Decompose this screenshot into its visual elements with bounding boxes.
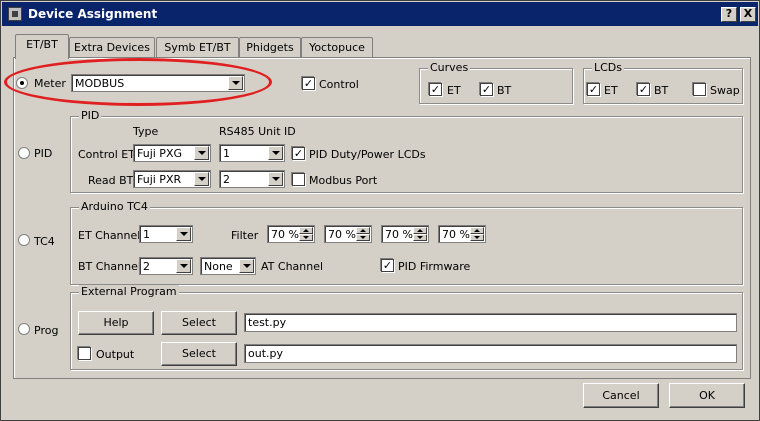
tc4-radio[interactable] bbox=[18, 234, 30, 246]
select-output-button[interactable]: Select bbox=[161, 342, 237, 366]
spin-up-icon[interactable] bbox=[413, 227, 427, 234]
pid-duty-label: PID Duty/Power LCDs bbox=[309, 148, 426, 161]
chevron-down-icon bbox=[268, 172, 283, 186]
at-channel-value: None bbox=[204, 260, 233, 273]
tab-et-bt[interactable]: ET/BT bbox=[15, 34, 69, 59]
prog-radio[interactable] bbox=[18, 323, 30, 335]
lcds-swap-label: Swap bbox=[710, 84, 740, 97]
lcds-title: LCDs bbox=[592, 61, 625, 74]
filter-value-4: 70 % bbox=[442, 228, 470, 241]
modbus-port-label: Modbus Port bbox=[309, 174, 378, 187]
prog-radio-label: Prog bbox=[34, 324, 59, 337]
tab-yoctopuce[interactable]: Yoctopuce bbox=[301, 37, 373, 58]
program-path-field[interactable]: test.py bbox=[244, 313, 737, 332]
filter-spinbox-1[interactable]: 70 % bbox=[267, 225, 315, 243]
bt-channel-value: 2 bbox=[143, 260, 150, 273]
output-label: Output bbox=[96, 348, 135, 361]
read-bt-unit-combo[interactable]: 2 bbox=[219, 170, 285, 188]
read-bt-type-combo[interactable]: Fuji PXR bbox=[133, 170, 211, 188]
filter-label: Filter bbox=[231, 229, 259, 242]
type-header: Type bbox=[133, 125, 159, 138]
spin-down-icon[interactable] bbox=[299, 234, 313, 241]
curves-bt-label: BT bbox=[497, 84, 512, 97]
tc4-group-title: Arduino TC4 bbox=[79, 200, 150, 213]
device-assignment-dialog: Device Assignment ? X ET/BT Extra Device… bbox=[0, 0, 760, 421]
curves-et-label: ET bbox=[447, 84, 461, 97]
highlight-ellipse bbox=[4, 58, 272, 106]
at-channel-label: AT Channel bbox=[261, 260, 324, 273]
window-title: Device Assignment bbox=[28, 7, 158, 21]
tab-phidgets[interactable]: Phidgets bbox=[239, 37, 301, 58]
pid-firmware-label: PID Firmware bbox=[398, 260, 471, 273]
bt-channel-combo[interactable]: 2 bbox=[139, 257, 193, 275]
prog-group-title: External Program bbox=[79, 285, 179, 298]
filter-spinbox-3[interactable]: 70 % bbox=[381, 225, 429, 243]
at-channel-combo[interactable]: None bbox=[200, 257, 256, 275]
lcds-swap-checkbox[interactable] bbox=[693, 83, 706, 96]
spin-down-icon[interactable] bbox=[413, 234, 427, 241]
program-path-value: test.py bbox=[248, 316, 287, 329]
modbus-port-checkbox[interactable] bbox=[292, 173, 305, 186]
spin-up-icon[interactable] bbox=[299, 227, 313, 234]
control-et-unit-value: 1 bbox=[223, 147, 230, 160]
spin-down-icon[interactable] bbox=[356, 234, 370, 241]
control-checkbox[interactable]: ✓ bbox=[302, 77, 315, 90]
help-button[interactable]: Help bbox=[78, 311, 154, 335]
control-label: Control bbox=[319, 78, 359, 91]
et-channel-value: 1 bbox=[143, 228, 150, 241]
spin-down-icon[interactable] bbox=[470, 234, 484, 241]
select-program-button[interactable]: Select bbox=[161, 311, 237, 335]
curves-et-checkbox[interactable]: ✓ bbox=[429, 83, 442, 96]
tab-symb-et-bt[interactable]: Symb ET/BT bbox=[156, 37, 239, 58]
chevron-down-icon bbox=[176, 227, 191, 241]
app-icon bbox=[8, 7, 22, 21]
pid-radio-label: PID bbox=[34, 147, 53, 160]
filter-value-1: 70 % bbox=[271, 228, 299, 241]
curves-group: Curves bbox=[419, 61, 573, 104]
lcds-et-label: ET bbox=[604, 84, 618, 97]
control-et-label: Control ET bbox=[78, 148, 135, 161]
close-title-button[interactable]: X bbox=[740, 7, 756, 22]
lcds-bt-checkbox[interactable]: ✓ bbox=[637, 83, 650, 96]
spin-up-icon[interactable] bbox=[470, 227, 484, 234]
chevron-down-icon bbox=[268, 146, 283, 160]
read-bt-unit-value: 2 bbox=[223, 173, 230, 186]
lcds-bt-label: BT bbox=[654, 84, 669, 97]
ok-button[interactable]: OK bbox=[669, 383, 745, 408]
title-bar: Device Assignment ? X bbox=[2, 2, 758, 26]
pid-firmware-checkbox[interactable]: ✓ bbox=[381, 259, 394, 272]
filter-spinbox-4[interactable]: 70 % bbox=[438, 225, 486, 243]
rs485-header: RS485 Unit ID bbox=[219, 125, 296, 138]
curves-title: Curves bbox=[428, 61, 471, 74]
pid-duty-checkbox[interactable]: ✓ bbox=[292, 147, 305, 160]
output-checkbox[interactable] bbox=[78, 347, 91, 360]
output-path-field[interactable]: out.py bbox=[244, 344, 737, 363]
control-et-unit-combo[interactable]: 1 bbox=[219, 144, 285, 162]
chevron-down-icon bbox=[194, 172, 209, 186]
et-channel-combo[interactable]: 1 bbox=[139, 225, 193, 243]
filter-value-2: 70 % bbox=[328, 228, 356, 241]
control-et-type-value: Fuji PXG bbox=[137, 147, 182, 160]
chevron-down-icon bbox=[194, 146, 209, 160]
pid-radio[interactable] bbox=[18, 147, 30, 159]
chevron-down-icon bbox=[176, 259, 191, 273]
read-bt-type-value: Fuji PXR bbox=[137, 173, 182, 186]
filter-value-3: 70 % bbox=[385, 228, 413, 241]
cancel-button[interactable]: Cancel bbox=[583, 383, 659, 408]
tab-extra-devices[interactable]: Extra Devices bbox=[69, 37, 155, 58]
curves-bt-checkbox[interactable]: ✓ bbox=[480, 83, 493, 96]
chevron-down-icon bbox=[239, 259, 254, 273]
spin-up-icon[interactable] bbox=[356, 227, 370, 234]
bt-channel-label: BT Channel bbox=[78, 260, 141, 273]
tc4-radio-label: TC4 bbox=[34, 235, 55, 248]
et-channel-label: ET Channel bbox=[78, 229, 141, 242]
filter-spinbox-2[interactable]: 70 % bbox=[324, 225, 372, 243]
control-et-type-combo[interactable]: Fuji PXG bbox=[133, 144, 211, 162]
help-title-button[interactable]: ? bbox=[721, 7, 737, 22]
lcds-et-checkbox[interactable]: ✓ bbox=[587, 83, 600, 96]
output-path-value: out.py bbox=[248, 347, 284, 360]
read-bt-label: Read BT bbox=[88, 174, 134, 187]
pid-group-title: PID bbox=[79, 109, 102, 122]
